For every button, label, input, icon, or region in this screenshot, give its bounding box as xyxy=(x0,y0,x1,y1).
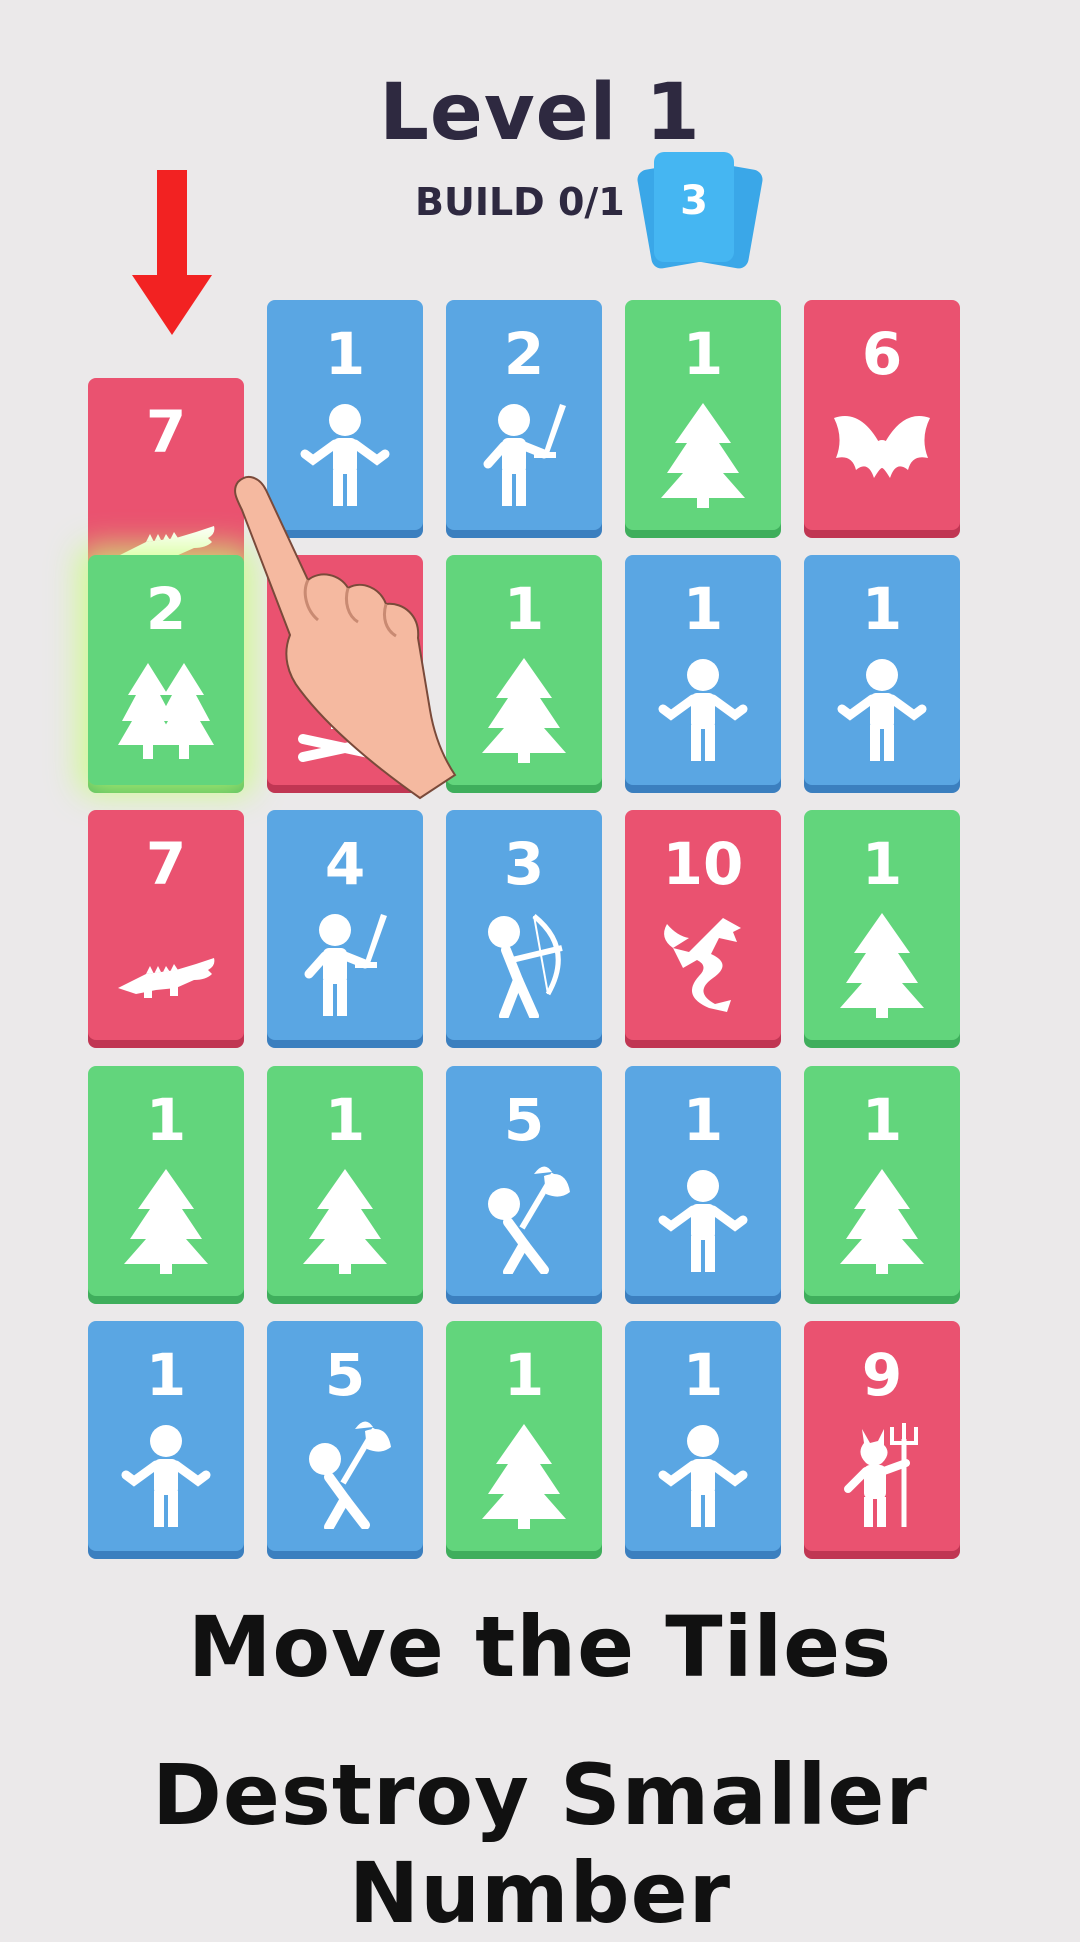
tile[interactable]: 1 xyxy=(88,1066,244,1296)
instruction-line-1: Move the Tiles xyxy=(187,1598,893,1696)
tile-value: 1 xyxy=(861,830,903,898)
instruction-line-2: Destroy Smaller Number xyxy=(152,1746,928,1942)
tile-value: 2 xyxy=(145,575,187,643)
swordsman-icon xyxy=(304,914,387,1016)
stickman-icon xyxy=(658,1170,748,1272)
stickman-icon xyxy=(837,659,927,761)
tile[interactable]: 1 xyxy=(804,810,960,1040)
tile[interactable]: 1 xyxy=(804,555,960,785)
tile-value: 1 xyxy=(682,320,724,388)
tile-value: 1 xyxy=(682,1341,724,1409)
tree-icon xyxy=(303,1169,387,1274)
tile-value: 1 xyxy=(861,575,903,643)
tile-value: 1 xyxy=(324,320,366,388)
devil-icon xyxy=(844,1423,918,1527)
archer-icon xyxy=(488,914,563,1018)
tree-icon xyxy=(482,658,566,763)
tile-value: 7 xyxy=(145,398,187,466)
tile[interactable]: 7 xyxy=(88,810,244,1040)
tile[interactable]: 3 xyxy=(446,810,602,1040)
stickman-icon xyxy=(658,659,748,761)
tile-value: 10 xyxy=(662,830,744,898)
stickman-icon xyxy=(658,1425,748,1527)
tile-value: 4 xyxy=(324,830,366,898)
tree-icon xyxy=(661,403,745,508)
tile[interactable]: 2 xyxy=(88,555,244,785)
tile[interactable]: 1 xyxy=(267,1066,423,1296)
two-trees-icon xyxy=(118,663,214,759)
tile-value: 1 xyxy=(503,575,545,643)
tile[interactable]: 1 xyxy=(88,1321,244,1551)
dragon-icon xyxy=(664,918,741,1012)
bat-icon xyxy=(834,416,930,478)
tile-value: 1 xyxy=(145,1341,187,1409)
axeman-icon xyxy=(488,1166,570,1274)
tile-value: 6 xyxy=(861,320,903,388)
tile-value: 1 xyxy=(145,1086,187,1154)
level-title: Level 1 xyxy=(379,68,701,158)
tile-value: 1 xyxy=(682,1086,724,1154)
tile-value: 5 xyxy=(324,1341,366,1409)
build-progress: BUILD 0/1 xyxy=(415,180,625,224)
tile-value: 1 xyxy=(861,1086,903,1154)
tree-icon xyxy=(482,1424,566,1529)
tree-icon xyxy=(840,913,924,1018)
tile[interactable]: 6 xyxy=(804,300,960,530)
tile[interactable]: 5 xyxy=(267,1321,423,1551)
tile[interactable]: 1 xyxy=(446,555,602,785)
tile[interactable]: 1 xyxy=(625,555,781,785)
tile[interactable]: 10 xyxy=(625,810,781,1040)
tile-value: 5 xyxy=(503,1086,545,1154)
axeman-icon xyxy=(309,1421,391,1529)
stickman-icon xyxy=(121,1425,211,1527)
tile-value: 9 xyxy=(861,1341,903,1409)
deck-count: 3 xyxy=(680,178,708,224)
card-deck[interactable]: 3 xyxy=(630,148,765,271)
tile[interactable]: 5 xyxy=(446,1066,602,1296)
tile[interactable]: 1 xyxy=(804,1066,960,1296)
tile-value: 2 xyxy=(503,320,545,388)
tile[interactable]: 4 xyxy=(267,810,423,1040)
down-arrow-icon xyxy=(132,170,212,335)
swordsman-icon xyxy=(483,404,566,506)
tree-icon xyxy=(840,1169,924,1274)
pointing-hand-icon xyxy=(234,475,457,800)
tree-icon xyxy=(124,1169,208,1274)
tile-value: 1 xyxy=(682,575,724,643)
tile-value: 1 xyxy=(503,1341,545,1409)
tile[interactable]: 2 xyxy=(446,300,602,530)
tile[interactable]: 1 xyxy=(625,300,781,530)
tile[interactable]: 9 xyxy=(804,1321,960,1551)
tile[interactable]: 1 xyxy=(446,1321,602,1551)
tile-value: 1 xyxy=(324,1086,366,1154)
crocodile-icon xyxy=(118,958,215,998)
tile[interactable]: 1 xyxy=(625,1066,781,1296)
tile-value: 3 xyxy=(503,830,545,898)
tile[interactable]: 1 xyxy=(625,1321,781,1551)
tile-value: 7 xyxy=(145,830,187,898)
